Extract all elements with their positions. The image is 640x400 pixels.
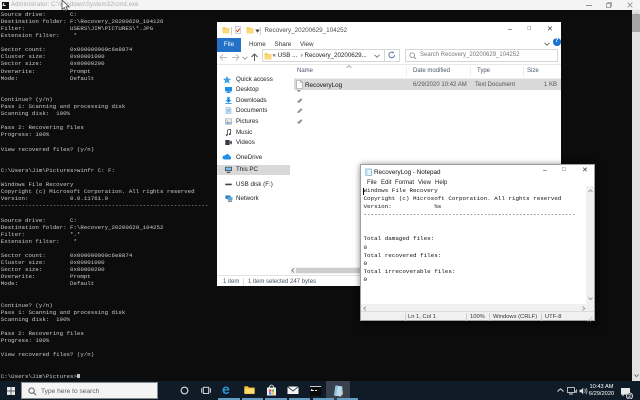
svg-text:2: 2 [628,394,631,399]
